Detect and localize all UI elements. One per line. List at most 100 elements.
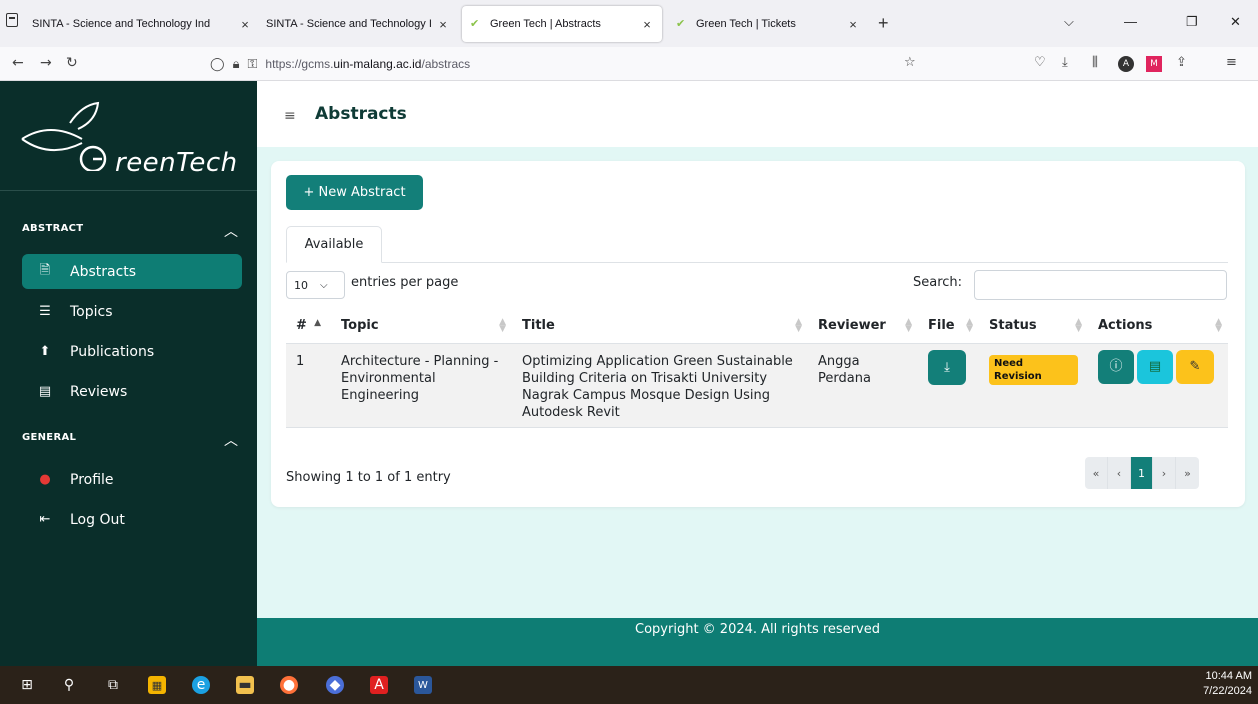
column-label: Title [522, 318, 555, 334]
tab-overflow-icon[interactable]: ⌵ [1064, 14, 1074, 30]
sidebar: reenTech ABSTRACT ︿ 🗎 Abstracts ☰ Topics… [0, 81, 257, 642]
downloads-icon[interactable]: ⤓ [1062, 55, 1068, 70]
browser-tab-sinta-2[interactable]: SINTA - Science and Technology Ind × [258, 6, 458, 42]
sidebar-section-abstract[interactable]: ABSTRACT [22, 223, 83, 234]
chevron-up-icon[interactable]: ︿ [224, 430, 238, 450]
address-bar[interactable]: ◯ 🔒︎ ⚿ https://gcms.uin-malang.ac.id/abs… [210, 51, 930, 77]
sort-asc-icon: ▲ [314, 318, 321, 328]
column-header-status[interactable]: Status ▲ ▼ [979, 309, 1088, 343]
file-explorer-icon[interactable]: ▬ [236, 676, 254, 694]
forward-icon[interactable]: → [40, 55, 52, 71]
library-icon[interactable]: ⫼ [1092, 55, 1098, 70]
store-icon[interactable]: ▦ [148, 676, 166, 694]
close-tab-icon[interactable]: × [640, 17, 654, 32]
greentech-logo[interactable]: reenTech [20, 101, 250, 181]
sidebar-item-label: Reviews [70, 383, 128, 400]
browser-tab-tickets[interactable]: ✔ Green Tech | Tickets × [668, 6, 868, 42]
page-1-button[interactable]: 1 [1131, 457, 1153, 489]
sidebar-item-label: Topics [70, 303, 113, 320]
close-tab-icon[interactable]: × [238, 17, 252, 32]
extension-icon[interactable]: M [1146, 56, 1162, 72]
browser-tab-abstracts[interactable]: ✔ Green Tech | Abstracts × [462, 6, 662, 42]
cell-topic: Architecture - Planning - Environmental … [331, 342, 512, 428]
search-label: Search: [913, 275, 963, 290]
edge-icon[interactable]: e [192, 676, 210, 694]
column-header-reviewer[interactable]: Reviewer ▲ ▼ [808, 309, 918, 343]
taskbar-clock[interactable]: 10:44 AM 7/22/2024 [1203, 669, 1252, 699]
url-text[interactable]: https://gcms.uin-malang.ac.id/abstracs [265, 57, 470, 71]
pagination: « ‹ 1 › » [1085, 457, 1199, 489]
browser-tab-bar: SINTA - Science and Technology Ind × SIN… [0, 0, 1258, 47]
new-tab-button[interactable]: + [878, 14, 889, 32]
browser-nav-bar: ← → ↻ ◯ 🔒︎ ⚿ https://gcms.uin-malang.ac.… [0, 47, 1258, 81]
edit-button[interactable]: ✎ [1176, 349, 1214, 384]
sidebar-bottom [0, 642, 257, 666]
permissions-icon[interactable]: ⚿ [247, 57, 257, 72]
lock-icon[interactable]: 🔒︎ [233, 57, 240, 72]
column-header-file[interactable]: File ▲ ▼ [918, 309, 979, 343]
tab-available[interactable]: Available [286, 226, 382, 263]
review-comment-button[interactable]: ▤ [1137, 349, 1173, 384]
document-icon: 🗎 [39, 262, 51, 278]
minimize-icon[interactable]: — [1124, 14, 1137, 29]
bookmark-star-icon[interactable]: ☆ [904, 55, 916, 70]
tab-list-icon[interactable] [6, 13, 18, 27]
info-button[interactable]: ⓘ [1098, 349, 1134, 384]
download-file-button[interactable]: ⤓ [928, 349, 966, 385]
back-icon[interactable]: ← [12, 55, 24, 71]
column-header-actions[interactable]: Actions ▲ ▼ [1088, 309, 1228, 343]
page-prev-button[interactable]: ‹ [1108, 457, 1131, 489]
tab-title: Green Tech | Tickets [696, 18, 796, 30]
shield-icon[interactable]: ◯ [210, 57, 225, 72]
column-header-topic[interactable]: Topic ▲ ▼ [331, 309, 512, 343]
menu-icon[interactable]: ≡ [1226, 55, 1237, 70]
chevron-down-icon: ⌵ [320, 279, 328, 291]
tab-divider [286, 262, 1228, 263]
taskbar-search-icon[interactable]: ⚲ [60, 676, 78, 694]
sidebar-section-general[interactable]: GENERAL [22, 432, 76, 443]
close-tab-icon[interactable]: × [846, 17, 860, 32]
windows-start-icon[interactable]: ⊞ [18, 676, 36, 694]
pocket-icon[interactable]: ♡ [1034, 55, 1046, 70]
pencil-icon: ✎ [1189, 359, 1201, 374]
page-last-button[interactable]: » [1176, 457, 1199, 489]
sidebar-item-logout[interactable]: ⇤ Log Out [22, 502, 242, 537]
browser-tab-sinta-1[interactable]: SINTA - Science and Technology Ind × [24, 6, 260, 42]
share-icon[interactable]: ⇪ [1176, 55, 1187, 70]
restore-icon[interactable]: ❐ [1186, 14, 1198, 30]
column-label: Topic [341, 318, 379, 334]
sidebar-item-label: Profile [70, 471, 114, 488]
sort-icon: ▲ ▼ [499, 317, 506, 334]
column-header-title[interactable]: Title ▲ ▼ [512, 309, 808, 343]
clock-date: 7/22/2024 [1203, 685, 1252, 697]
sidebar-item-publications[interactable]: ⬆ Publications [22, 334, 242, 369]
column-label: # [296, 318, 307, 334]
cell-status: Need Revision [979, 342, 1088, 428]
firefox-icon[interactable]: ● [280, 676, 298, 694]
logo-leaf-icon [21, 101, 107, 171]
entries-per-page-select[interactable]: 10 ⌵ [286, 271, 345, 299]
chevron-up-icon[interactable]: ︿ [224, 221, 238, 241]
cell-actions: ⓘ ▤ ✎ [1088, 342, 1228, 428]
acrobat-icon[interactable]: A [370, 676, 388, 694]
page-first-button[interactable]: « [1085, 457, 1108, 489]
sidebar-item-topics[interactable]: ☰ Topics [22, 294, 242, 329]
app-icon[interactable]: ◆ [326, 676, 344, 694]
search-input[interactable] [974, 270, 1227, 300]
sidebar-item-abstracts[interactable]: 🗎 Abstracts [22, 254, 242, 289]
cell-file: ⤓ [918, 342, 979, 428]
column-header-num[interactable]: # ▲ [286, 309, 331, 343]
sidebar-item-profile[interactable]: ● Profile [22, 462, 242, 497]
sidebar-item-reviews[interactable]: ▤ Reviews [22, 374, 242, 409]
account-icon[interactable]: A [1118, 56, 1134, 72]
window-close-icon[interactable]: ✕ [1230, 14, 1241, 30]
reload-icon[interactable]: ↻ [66, 55, 78, 71]
word-icon[interactable]: W [414, 676, 432, 694]
new-abstract-button[interactable]: + New Abstract [286, 175, 423, 210]
close-tab-icon[interactable]: × [436, 17, 450, 32]
task-view-icon[interactable]: ⧉ [104, 676, 122, 694]
page-next-button[interactable]: › [1153, 457, 1176, 489]
footer-spacer [257, 618, 1258, 666]
hamburger-menu-icon[interactable]: ≡ [284, 108, 296, 124]
sort-icon: ▲ ▼ [795, 317, 802, 334]
